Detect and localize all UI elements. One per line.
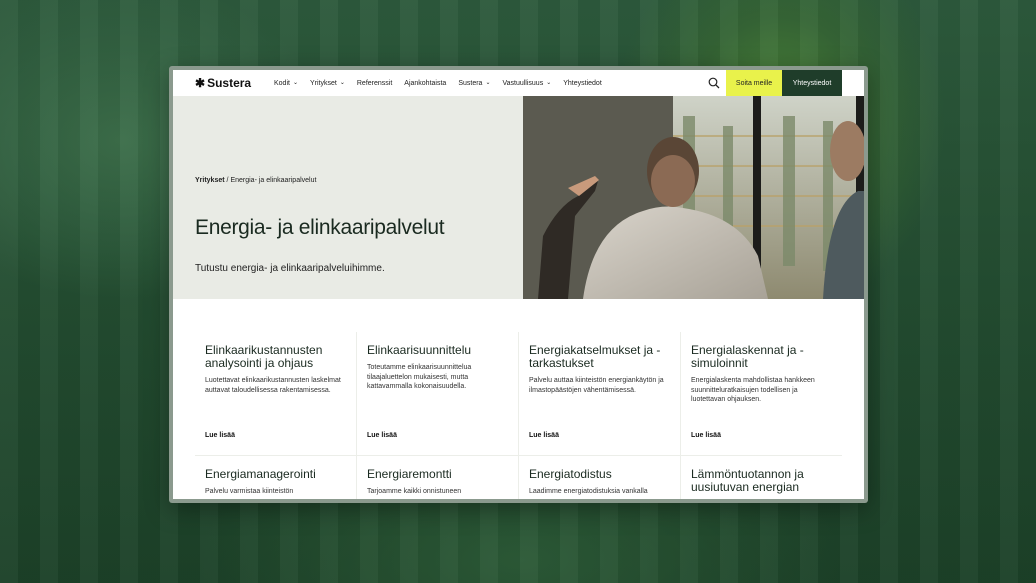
asterisk-logo-icon: ✱ bbox=[195, 76, 206, 90]
call-us-button[interactable]: Soita meille bbox=[726, 70, 782, 96]
card-title: Energialaskennat ja -simuloinnit bbox=[691, 343, 804, 370]
breadcrumb-current: Energia- ja elinkaaripalvelut bbox=[230, 177, 317, 184]
chevron-down-icon: ⌄ bbox=[485, 79, 491, 86]
search-icon[interactable] bbox=[708, 77, 720, 89]
service-card[interactable]: Elinkaarisuunnittelu Toteutamme elinkaari… bbox=[357, 332, 518, 455]
nav-item-vastuullisuus[interactable]: Vastuullisuus ⌄ bbox=[502, 80, 551, 87]
service-card[interactable]: Elinkaarikustannusten analysointi ja ohj… bbox=[195, 332, 356, 455]
nav-item-ajankohtaista[interactable]: Ajankohtaista bbox=[404, 80, 446, 87]
nav-item-label: Yhteystiedot bbox=[563, 79, 602, 87]
page-title: Energia- ja elinkaaripalvelut bbox=[195, 216, 445, 239]
card-description: Laadimme energiatodistuksia vankalla bbox=[529, 488, 648, 495]
nav-item-kodit[interactable]: Kodit ⌄ bbox=[274, 80, 298, 87]
service-cards-grid: Elinkaarikustannusten analysointi ja ohj… bbox=[195, 332, 842, 499]
service-card[interactable]: Energiamanagerointi Palvelu varmistaa kii… bbox=[195, 456, 356, 499]
nav-item-label: Vastuullisuus bbox=[502, 79, 544, 87]
breadcrumb-link-yritykset[interactable]: Yritykset bbox=[195, 177, 225, 184]
chevron-down-icon: ⌄ bbox=[292, 79, 298, 86]
service-card[interactable]: Energiaremontti Tarjoamme kaikki onnistun… bbox=[357, 456, 518, 499]
page-viewport: ✱ Sustera Kodit ⌄ Yritykset ⌄ Referenssit Aja… bbox=[173, 70, 864, 499]
nav-item-label: Yritykset bbox=[310, 79, 337, 87]
card-title: Elinkaarisuunnittelu bbox=[367, 343, 472, 357]
service-card[interactable]: Lämmöntuotannon ja uusiutuvan energian bbox=[681, 456, 842, 499]
chevron-down-icon: ⌄ bbox=[339, 79, 345, 86]
nav-item-yhteystiedot[interactable]: Yhteystiedot bbox=[563, 80, 602, 87]
card-description: Energialaskenta mahdollistaa hankkeen su… bbox=[691, 377, 815, 403]
card-title: Energiakatselmukset ja -tarkastukset bbox=[529, 343, 661, 370]
breadcrumb-separator: / bbox=[226, 177, 229, 184]
nav-item-label: Referenssit bbox=[356, 79, 393, 87]
contact-button[interactable]: Yhteystiedot bbox=[782, 70, 842, 96]
read-more-link[interactable]: Lue lisää bbox=[691, 432, 721, 439]
nav-item-label: Kodit bbox=[274, 79, 290, 87]
card-title: Energiaremontti bbox=[367, 467, 452, 481]
hero-photo-meeting bbox=[523, 96, 864, 299]
read-more-link[interactable]: Lue lisää bbox=[529, 432, 559, 439]
browser-window: ✱ Sustera Kodit ⌄ Yritykset ⌄ Referenssit Aja… bbox=[169, 66, 868, 503]
card-title: Elinkaarikustannusten analysointi ja ohj… bbox=[205, 343, 323, 370]
card-description: Tarjoamme kaikki onnistuneen bbox=[367, 488, 462, 495]
service-card[interactable]: Energiakatselmukset ja -tarkastukset Palv… bbox=[519, 332, 680, 455]
nav-item-label: Ajankohtaista bbox=[404, 79, 447, 87]
card-title: Lämmöntuotannon ja uusiutuvan energian bbox=[691, 467, 804, 494]
nav-item-referenssit[interactable]: Referenssit bbox=[357, 80, 392, 87]
card-description: Palvelu varmistaa kiinteistön bbox=[205, 488, 294, 495]
read-more-link[interactable]: Lue lisää bbox=[367, 432, 397, 439]
logo-text: Sustera bbox=[207, 76, 252, 90]
card-description: Toteutamme elinkaarisuunnittelua tilaaja… bbox=[367, 364, 472, 390]
service-card[interactable]: Energialaskennat ja -simuloinnit Energial… bbox=[681, 332, 842, 455]
nav-item-sustera[interactable]: Sustera ⌄ bbox=[458, 80, 490, 87]
card-description: Palvelu auttaa kiinteistön energiankäytö… bbox=[529, 377, 664, 394]
service-card[interactable]: Energiatodistus Laadimme energiatodistuks… bbox=[519, 456, 680, 499]
breadcrumb: Yritykset / Energia- ja elinkaaripalvelu… bbox=[195, 177, 316, 184]
site-logo[interactable]: ✱ Sustera bbox=[195, 76, 251, 90]
main-nav: Kodit ⌄ Yritykset ⌄ Referenssit Ajankohtaista… bbox=[274, 70, 614, 96]
page-subtitle: Tutustu energia- ja elinkaaripalveluihim… bbox=[195, 263, 385, 274]
read-more-link[interactable]: Lue lisää bbox=[205, 432, 235, 439]
chevron-down-icon: ⌄ bbox=[546, 79, 552, 86]
nav-item-label: Sustera bbox=[458, 79, 483, 87]
card-title: Energiamanagerointi bbox=[205, 467, 316, 481]
card-description: Luotettavat elinkaarikustannusten laskel… bbox=[205, 377, 341, 394]
card-title: Energiatodistus bbox=[529, 467, 612, 481]
site-header: ✱ Sustera Kodit ⌄ Yritykset ⌄ Referenssit Aja… bbox=[173, 70, 864, 96]
hero-section: Yritykset / Energia- ja elinkaaripalvelu… bbox=[173, 96, 864, 299]
nav-item-yritykset[interactable]: Yritykset ⌄ bbox=[310, 80, 345, 87]
